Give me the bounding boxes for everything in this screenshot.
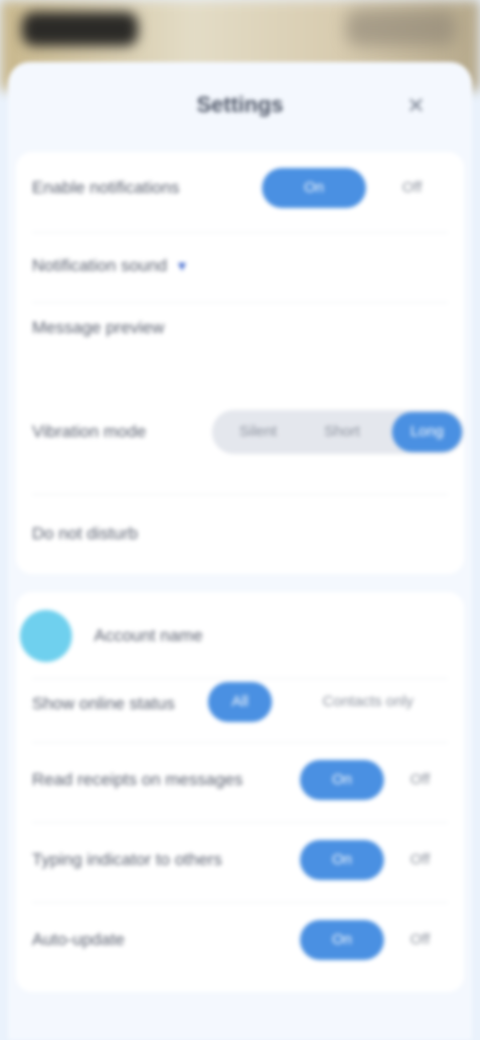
avatar[interactable]	[20, 610, 72, 662]
privacy-card: Account name Show online status All Cont…	[16, 592, 464, 992]
read-receipts-label: Read receipts on messages	[32, 770, 243, 789]
divider	[32, 742, 448, 743]
typing-indicator-off-button[interactable]: Off	[386, 840, 454, 880]
vibration-label: Vibration mode	[32, 422, 147, 441]
settings-sheet: Settings ✕ Enable notifications On Off N…	[8, 62, 472, 1040]
divider	[32, 232, 448, 233]
read-receipts-off-button[interactable]: Off	[386, 760, 454, 800]
read-receipts-on-button[interactable]: On	[300, 760, 384, 800]
divider	[32, 822, 448, 823]
divider	[32, 902, 448, 903]
dnd-label[interactable]: Do not disturb	[32, 524, 138, 544]
notifications-on-button[interactable]: On	[262, 168, 366, 208]
account-name[interactable]: Account name	[94, 626, 203, 646]
vibration-option-short[interactable]: Short	[300, 412, 384, 452]
notifications-card: Enable notifications On Off Notification…	[16, 152, 464, 422]
auto-update-on-button[interactable]: On	[300, 920, 384, 960]
preview-label: Message preview	[32, 318, 165, 337]
vibration-option-long[interactable]: Long	[392, 412, 462, 452]
chevron-down-icon[interactable]: ▾	[178, 256, 186, 276]
divider	[32, 302, 448, 303]
typing-indicator-on-button[interactable]: On	[300, 840, 384, 880]
online-status-contacts-button[interactable]: Contacts only	[278, 682, 458, 722]
online-status-all-button[interactable]: All	[208, 682, 272, 722]
vibration-option-silent[interactable]: Silent	[216, 412, 300, 452]
divider	[32, 494, 448, 495]
auto-update-off-button[interactable]: Off	[386, 920, 454, 960]
status-bar-icons	[346, 10, 456, 46]
notifications-label: Enable notifications	[32, 178, 180, 197]
vibration-card: Vibration mode Silent Short Long Do not …	[16, 394, 464, 574]
sound-label: Notification sound	[32, 256, 168, 275]
sheet-header: Settings ✕	[8, 62, 472, 152]
typing-indicator-label: Typing indicator to others	[32, 850, 222, 869]
auto-update-label: Auto-update	[32, 930, 125, 949]
status-bar-time	[22, 12, 138, 46]
close-icon[interactable]: ✕	[402, 92, 430, 120]
online-status-label: Show online status	[32, 694, 175, 713]
divider	[32, 678, 448, 679]
notifications-off-button[interactable]: Off	[372, 168, 452, 208]
